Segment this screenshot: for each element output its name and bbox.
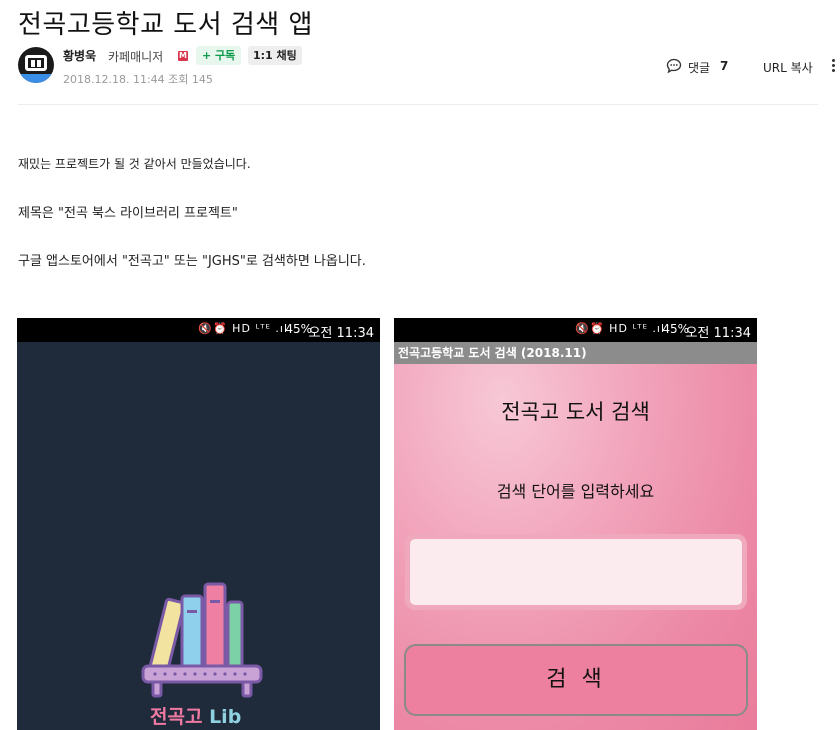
avatar-face-icon xyxy=(25,55,47,71)
divider xyxy=(18,104,818,105)
comment-label[interactable]: 댓글 xyxy=(688,59,710,76)
author-row: 황병욱 카페매니저 M + 구독 1:1 채팅 2018.12.18. 11:4… xyxy=(18,45,835,86)
author-name[interactable]: 황병욱 xyxy=(63,47,96,64)
post-meta: 2018.12.18. 11:44 조회 145 xyxy=(63,73,213,86)
author-role: 카페매니저 xyxy=(108,50,164,64)
books-logo-icon xyxy=(141,582,263,698)
status-bar: 🔇⏰ HD ᴸᵀᴱ .ıl 45% 오전 11:34 xyxy=(394,318,757,342)
avatar[interactable] xyxy=(18,47,54,83)
app-screenshot-search[interactable]: 🔇⏰ HD ᴸᵀᴱ .ıl 45% 오전 11:34 전곡고등학교 도서 검색 … xyxy=(394,318,757,730)
status-time: 오전 11:34 xyxy=(685,326,751,341)
body-paragraph-3: 구글 앱스토어에서 "전곡고" 또는 "JGHS"로 검색하면 나옵니다. xyxy=(18,254,366,269)
manager-badge-icon: M xyxy=(178,51,188,61)
splash-title: 전곡고 Lib xyxy=(150,706,242,728)
status-icons: 🔇⏰ HD ᴸᵀᴱ .ıl xyxy=(575,322,665,335)
search-heading: 전곡고 도서 검색 xyxy=(501,400,650,424)
chat-button[interactable]: 1:1 채팅 xyxy=(248,46,302,65)
search-input[interactable] xyxy=(405,534,747,610)
status-bar: 🔇⏰ HD ᴸᵀᴱ .ıl 45% 오전 11:34 xyxy=(17,318,380,342)
body-paragraph-2: 제목은 "전곡 북스 라이브러리 프로젝트" xyxy=(18,206,238,221)
more-options-icon[interactable] xyxy=(830,57,836,75)
post-title: 전곡고등학교 도서 검색 앱 xyxy=(18,10,313,40)
status-icons: 🔇⏰ HD ᴸᵀᴱ .ıl xyxy=(198,322,288,335)
url-copy-button[interactable]: URL 복사 xyxy=(763,59,813,76)
body-paragraph-1: 재밌는 프로젝트가 될 것 같아서 만들었습니다. xyxy=(18,157,251,171)
status-time: 오전 11:34 xyxy=(308,326,374,341)
comment-count[interactable]: 7 xyxy=(720,59,728,73)
comment-icon[interactable] xyxy=(666,58,682,74)
search-button[interactable]: 검 색 xyxy=(404,644,748,716)
app-title-bar: 전곡고등학교 도서 검색 (2018.11) xyxy=(394,342,757,364)
app-screenshot-splash[interactable]: 🔇⏰ HD ᴸᵀᴱ .ıl 45% 오전 11:34 전곡고 Lib xyxy=(17,318,380,730)
search-prompt: 검색 단어를 입력하세요 xyxy=(496,482,655,501)
subscribe-button[interactable]: + 구독 xyxy=(196,46,242,65)
